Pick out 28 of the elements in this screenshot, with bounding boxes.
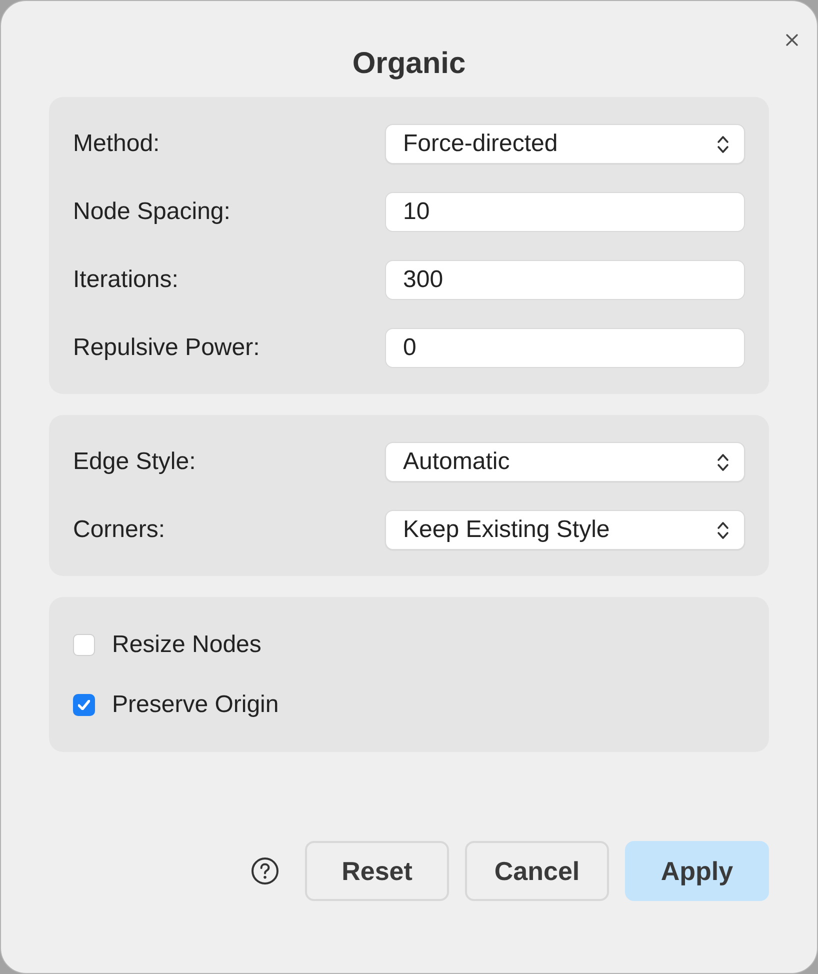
dropdown[interactable]: Force-directed <box>385 124 745 164</box>
checkbox[interactable] <box>73 634 95 656</box>
checkbox[interactable] <box>73 694 95 716</box>
help-button[interactable] <box>251 857 279 885</box>
close-button[interactable] <box>786 34 798 46</box>
text-field[interactable]: 300 <box>385 260 745 300</box>
field-label: Method: <box>73 129 160 159</box>
chevron-updown-icon <box>717 452 729 472</box>
chevron-updown-icon <box>717 134 729 154</box>
dropdown[interactable]: Keep Existing Style <box>385 510 745 550</box>
dialog-button[interactable]: Cancel <box>465 841 609 901</box>
checkbox-label[interactable]: Preserve Origin <box>112 690 279 720</box>
chevron-updown-icon <box>717 520 729 540</box>
dialog-button[interactable]: Reset <box>305 841 449 901</box>
apply-button[interactable]: Apply <box>625 841 769 901</box>
close-icon <box>786 34 798 46</box>
field-label: Iterations: <box>73 265 178 295</box>
checkbox-label[interactable]: Resize Nodes <box>112 630 262 660</box>
text-field[interactable]: 10 <box>385 192 745 232</box>
checkmark-icon <box>78 700 90 710</box>
help-icon <box>251 857 279 885</box>
field-label: Corners: <box>73 515 166 545</box>
dropdown[interactable]: Automatic <box>385 442 745 482</box>
text-field[interactable]: 0 <box>385 328 745 368</box>
dialog-title: Organic <box>352 46 466 82</box>
field-label: Node Spacing: <box>73 197 230 227</box>
field-label: Edge Style: <box>73 447 196 477</box>
field-label: Repulsive Power: <box>73 333 260 363</box>
